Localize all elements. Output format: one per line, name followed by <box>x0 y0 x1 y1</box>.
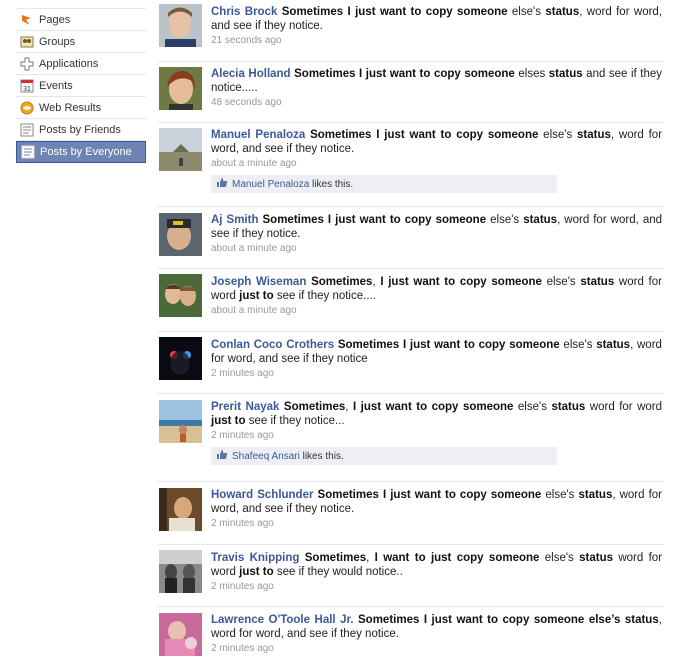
feed-story: Joseph Wiseman Sometimes, I just want to… <box>158 269 664 332</box>
avatar[interactable] <box>159 213 202 256</box>
avatar[interactable] <box>159 67 202 110</box>
story-author-link[interactable]: Howard Schlunder <box>211 489 313 501</box>
pages-icon <box>20 13 34 27</box>
sidebar-item-applications[interactable]: Applications <box>16 53 146 75</box>
sidebar-item-label: Web Results <box>39 101 102 114</box>
avatar[interactable] <box>159 4 202 47</box>
likes-text: likes this. <box>299 450 344 462</box>
story-timestamp[interactable]: 21 seconds ago <box>211 35 662 46</box>
story-author-link[interactable]: Manuel Penaloza <box>211 129 305 141</box>
story-timestamp[interactable]: about a minute ago <box>211 305 662 316</box>
likes-bar: Shafeeq Ansari likes this. <box>211 447 557 465</box>
feed-story: Lawrence O'Toole Hall Jr. Sometimes I ju… <box>158 607 664 667</box>
story-timestamp[interactable]: 2 minutes ago <box>211 518 662 529</box>
story-message: Manuel Penaloza Sometimes I just want to… <box>211 129 663 155</box>
story-timestamp[interactable]: 2 minutes ago <box>211 643 662 654</box>
avatar[interactable] <box>159 613 202 656</box>
story-author-link[interactable]: Aj Smith <box>211 214 258 226</box>
liker-link[interactable]: Manuel Penaloza <box>232 179 309 190</box>
story-timestamp[interactable]: about a minute ago <box>211 243 662 254</box>
sidebar-item-events[interactable]: 31 Events <box>16 75 146 97</box>
sidebar-item-label: Posts by Everyone <box>40 146 132 158</box>
likes-bar: Manuel Penaloza likes this. <box>211 175 557 193</box>
applications-icon <box>20 57 34 71</box>
sidebar-item-label: Events <box>39 79 73 92</box>
liker-link[interactable]: Shafeeq Ansari <box>232 451 300 462</box>
avatar[interactable] <box>159 400 202 443</box>
sidebar-item-posts-by-everyone[interactable]: Posts by Everyone <box>16 141 146 163</box>
story-message: Howard Schlunder Sometimes I just want t… <box>211 489 663 515</box>
sidebar-item-label: Applications <box>39 57 99 70</box>
story-message: Travis Knipping Sometimes, I want to jus… <box>211 552 663 578</box>
story-author-link[interactable]: Alecia Holland <box>211 68 291 80</box>
feed-story: Conlan Coco Crothers Sometimes I just wa… <box>158 332 664 394</box>
sidebar-item-pages[interactable]: Pages <box>16 9 146 31</box>
feed-story: Aj Smith Sometimes I just want to copy s… <box>158 207 664 269</box>
story-message: Aj Smith Sometimes I just want to copy s… <box>211 214 663 240</box>
thumbs-up-icon <box>216 449 232 463</box>
story-message: Lawrence O'Toole Hall Jr. Sometimes I ju… <box>211 614 662 640</box>
thumbs-up-icon <box>216 177 232 191</box>
story-author-link[interactable]: Prerit Nayak <box>211 401 279 413</box>
avatar[interactable] <box>159 337 202 380</box>
news-feed: Chris Brock Sometimes I just want to cop… <box>158 0 664 667</box>
feed-story: Prerit Nayak Sometimes, I just want to c… <box>158 394 664 482</box>
sidebar-item-posts-by-friends[interactable]: Posts by Friends <box>16 119 146 141</box>
story-author-link[interactable]: Conlan Coco Crothers <box>211 339 334 351</box>
avatar[interactable] <box>159 128 202 171</box>
events-icon: 31 <box>20 79 34 93</box>
story-message: Joseph Wiseman Sometimes, I just want to… <box>211 276 662 302</box>
story-timestamp[interactable]: about a minute ago <box>211 158 662 169</box>
posts-friends-icon <box>20 123 34 137</box>
feed-story: Chris Brock Sometimes I just want to cop… <box>158 0 664 62</box>
feed-story: Alecia Holland Sometimes I just want to … <box>158 62 664 123</box>
feed-story: Howard Schlunder Sometimes I just want t… <box>158 482 664 545</box>
sidebar-item-label: Posts by Friends <box>39 123 121 136</box>
story-author-link[interactable]: Lawrence O'Toole Hall Jr. <box>211 614 354 626</box>
story-message: Chris Brock Sometimes I just want to cop… <box>211 6 663 32</box>
avatar[interactable] <box>159 488 202 531</box>
likes-text: likes this. <box>309 178 354 190</box>
svg-text:31: 31 <box>23 86 31 93</box>
sidebar-item-label: Pages <box>39 13 71 26</box>
sidebar-item-top-partial[interactable] <box>16 0 146 9</box>
feed-story: Manuel Penaloza Sometimes I just want to… <box>158 123 664 207</box>
posts-everyone-icon <box>21 145 35 159</box>
groups-icon <box>20 35 34 49</box>
web-results-icon <box>20 101 34 115</box>
sidebar-item-web-results[interactable]: Web Results <box>16 97 146 119</box>
avatar[interactable] <box>159 550 202 593</box>
sidebar-filter-list: Pages Groups Applications 31 Events Web … <box>16 0 146 163</box>
story-author-link[interactable]: Travis Knipping <box>211 552 299 564</box>
story-message: Conlan Coco Crothers Sometimes I just wa… <box>211 339 662 365</box>
story-timestamp[interactable]: 2 minutes ago <box>211 581 662 592</box>
story-timestamp[interactable]: 48 seconds ago <box>211 97 662 108</box>
story-message: Prerit Nayak Sometimes, I just want to c… <box>211 401 663 427</box>
story-message: Alecia Holland Sometimes I just want to … <box>211 68 663 94</box>
avatar[interactable] <box>159 274 202 317</box>
sidebar-item-groups[interactable]: Groups <box>16 31 146 53</box>
story-author-link[interactable]: Chris Brock <box>211 6 277 18</box>
story-timestamp[interactable]: 2 minutes ago <box>211 368 662 379</box>
story-timestamp[interactable]: 2 minutes ago <box>211 430 662 441</box>
sidebar-item-label: Groups <box>39 35 76 48</box>
story-author-link[interactable]: Joseph Wiseman <box>211 276 306 288</box>
feed-story: Travis Knipping Sometimes, I want to jus… <box>158 545 664 607</box>
